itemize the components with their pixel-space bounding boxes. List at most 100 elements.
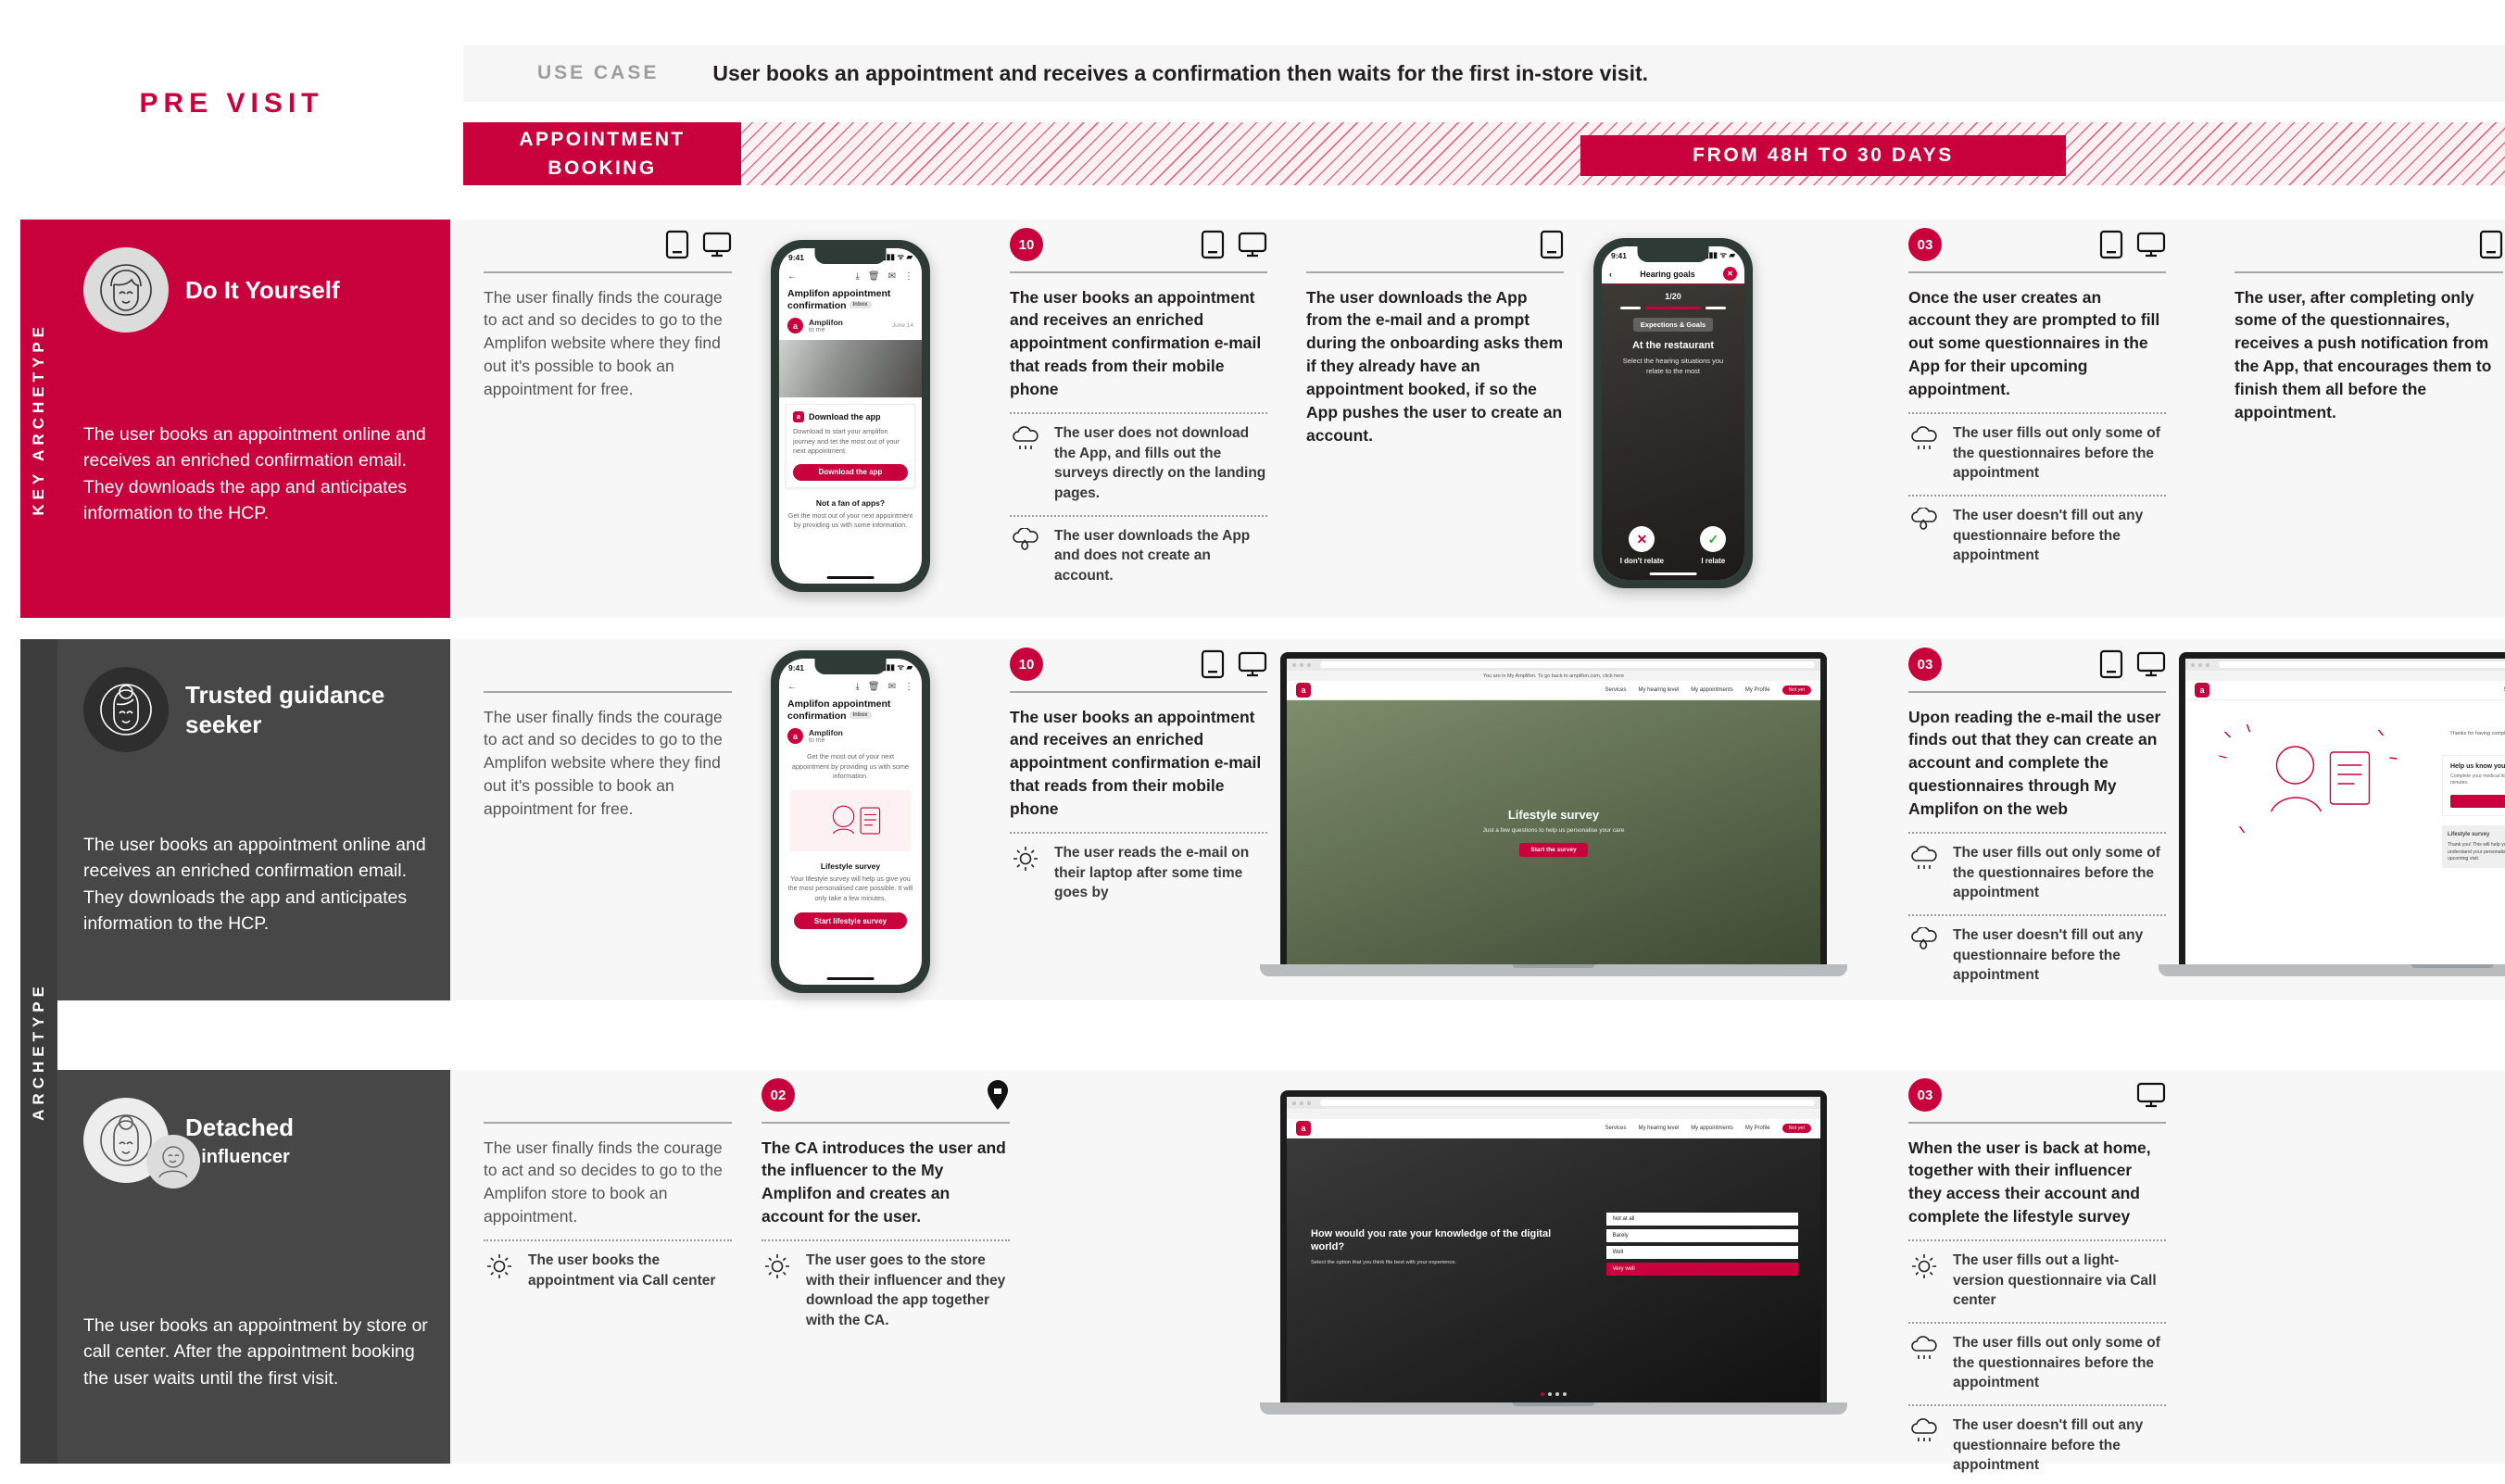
- hearing-goals-phone-mockup: 9:41 ▮▮▮ ᯤ ▰ ‹ Hearing goals ✕ 1/20 Expe…: [1593, 238, 1753, 588]
- sun-icon: [762, 1252, 793, 1280]
- nav-link[interactable]: My Profile: [1745, 1126, 1770, 1131]
- step-column: The user finally finds the courage to ac…: [484, 220, 732, 401]
- mail-header: ← ⤓ 🗑 ✉ ⋮ Amplifon appointment confirmat…: [779, 266, 922, 334]
- step-rule: [1010, 691, 1267, 693]
- scenario-note: The user fills out only some of the ques…: [1908, 1333, 2166, 1393]
- browser-dot-icon: [1300, 1100, 1303, 1105]
- answer-option[interactable]: Well: [1605, 1245, 1798, 1259]
- step-column: The user downloads the App from the e-ma…: [1306, 220, 1564, 447]
- step-rule: [1010, 271, 1267, 273]
- task-tile[interactable]: Lifestyle survey Thank you! This will he…: [2441, 825, 2505, 869]
- answer-option-selected[interactable]: Very well: [1605, 1262, 1798, 1276]
- dont-relate-action[interactable]: ✕ I don't relate: [1620, 526, 1664, 565]
- step-body: The user finally finds the courage to ac…: [484, 287, 723, 398]
- amplifon-logo-icon: a: [787, 728, 803, 745]
- envelope-icon[interactable]: ✉: [888, 682, 896, 692]
- browser-dot-icon: [2206, 662, 2209, 667]
- nav-link[interactable]: My appointments: [1691, 687, 1733, 693]
- step-body: When the user is back at home, together …: [1908, 1138, 2151, 1226]
- address-bar[interactable]: [1320, 661, 1815, 668]
- mobile-icon: [665, 230, 689, 259]
- nav-link[interactable]: Services: [1605, 1126, 1626, 1131]
- scenario-note: The user reads the e-mail on their lapto…: [1010, 843, 1267, 903]
- back-arrow-icon[interactable]: ←: [787, 682, 797, 692]
- nav-link[interactable]: My hearing level: [1639, 687, 1680, 693]
- email-phone-mockup: 9:41 ▮▮▮ ᯤ ▰ ← ⤓ 🗑 ✉ ⋮ Amplifon appointm…: [771, 650, 930, 993]
- device-icons: [2099, 230, 2166, 259]
- step-header: [2234, 220, 2503, 262]
- answer-option[interactable]: Not at all: [1605, 1212, 1798, 1226]
- survey-counter: 1/20: [1665, 292, 1681, 301]
- site-nav: a Services My hearing level My appointme…: [2185, 681, 2505, 700]
- address-bar[interactable]: [1320, 1100, 1815, 1106]
- mail-toolbar: ← ⤓ 🗑 ✉ ⋮: [787, 682, 913, 692]
- survey-card-body: Your lifestyle survey will help us give …: [787, 874, 913, 902]
- nav-links: Services My hearing level My appointment…: [1605, 685, 1811, 695]
- amplifon-logo-icon[interactable]: a: [2195, 683, 2209, 698]
- archive-icon[interactable]: ⤓: [855, 271, 859, 282]
- rail-archetype: ARCHETYPE: [20, 639, 57, 1464]
- nav-link[interactable]: My Profile: [1745, 687, 1770, 693]
- scenario-note-text: The user fills out only some of the ques…: [1953, 424, 2160, 482]
- cross-icon[interactable]: ✕: [1629, 526, 1655, 552]
- step-header: [1306, 220, 1564, 262]
- trash-icon[interactable]: 🗑: [868, 682, 880, 692]
- persona-name: Trusted guidance seeker: [185, 680, 385, 739]
- rail-archetype-label: ARCHETYPE: [30, 982, 47, 1121]
- mail-subject: Amplifon appointment confirmation Inbox: [787, 288, 913, 311]
- sender-recipient: to me: [809, 327, 825, 334]
- step-header: 10: [1010, 639, 1267, 682]
- step-badge: 03: [1908, 648, 1942, 681]
- medical-profile-title: Help us know you better: [2449, 762, 2505, 770]
- carousel-dots: [1541, 1392, 1567, 1396]
- survey-question-sub: Select the hearing situations you relate…: [1622, 357, 1724, 375]
- address-bar[interactable]: [2219, 661, 2505, 668]
- site-nav: a Services My hearing level My appointme…: [1287, 1119, 1820, 1138]
- mobile-icon: [1201, 649, 1225, 679]
- relate-action[interactable]: ✓ I relate: [1700, 526, 1727, 565]
- drop-cloud-icon: [1010, 527, 1041, 556]
- nav-link[interactable]: My appointments: [1691, 1126, 1733, 1131]
- scenario-note: The user does not download the App, and …: [1010, 423, 1267, 504]
- scenario-note: The user fills out only some of the ques…: [1908, 423, 2166, 484]
- thankyou-title: Thank you, Giulio Rocchi!: [2442, 713, 2505, 724]
- back-chevron-icon[interactable]: ‹: [1609, 270, 1612, 279]
- site-nav: a Services My hearing level My appointme…: [1287, 681, 1820, 700]
- check-icon[interactable]: ✓: [1700, 526, 1727, 552]
- sender-name: Amplifon: [809, 728, 843, 738]
- task-tiles: Lifestyle survey Thank you! This will he…: [2441, 825, 2505, 869]
- browser-toolbar: [1287, 659, 1820, 671]
- trash-icon[interactable]: 🗑: [868, 271, 880, 282]
- journey-map-canvas: PRE VISIT USE CASE User books an appoint…: [0, 0, 2505, 1484]
- persona-header: Trusted guidance seeker: [83, 667, 424, 752]
- archive-icon[interactable]: ⤓: [855, 682, 859, 692]
- scenario-note: The user downloads the App and does not …: [1010, 526, 1267, 586]
- browser-dot-icon: [1307, 1100, 1311, 1105]
- divider: [1908, 494, 2166, 497]
- nav-link[interactable]: Services: [1605, 687, 1626, 693]
- more-icon[interactable]: ⋮: [904, 271, 913, 282]
- status-time: 9:41: [1611, 250, 1628, 260]
- back-arrow-icon[interactable]: ←: [787, 271, 797, 282]
- amplifon-logo-icon[interactable]: a: [1296, 683, 1311, 698]
- download-app-button[interactable]: Download the app: [793, 463, 908, 481]
- persona-description: The user books an appointment online and…: [83, 424, 426, 523]
- rain-cloud-icon: [1908, 845, 1940, 873]
- phone-screen: 9:41 ▮▮▮ ᯤ ▰ ‹ Hearing goals ✕ 1/20 Expe…: [1602, 246, 1744, 580]
- answer-option[interactable]: Barely: [1605, 1228, 1798, 1242]
- thankyou-illustration: [2185, 700, 2431, 964]
- amplifon-logo-icon[interactable]: a: [1296, 1121, 1311, 1136]
- nav-link[interactable]: My hearing level: [1639, 1126, 1680, 1131]
- survey-body: 1/20 Expections & Goals At the restauran…: [1602, 284, 1744, 580]
- envelope-icon[interactable]: ✉: [888, 271, 896, 282]
- step-rule: [1908, 1122, 2166, 1124]
- mail-sender-row: a Amplifon to me June 14: [787, 318, 913, 334]
- close-icon[interactable]: ✕: [1722, 267, 1737, 281]
- task-tile-title: Lifestyle survey: [2447, 832, 2490, 838]
- survey-card-title: Lifestyle survey: [820, 861, 881, 871]
- more-icon[interactable]: ⋮: [904, 682, 913, 692]
- complete-medical-profile-button[interactable]: Complete medical profile: [2449, 795, 2505, 809]
- start-lifestyle-survey-button[interactable]: Start lifestyle survey: [794, 912, 907, 930]
- scenario-note: The user fills out only some of the ques…: [1908, 843, 2166, 903]
- start-survey-button[interactable]: Start the survey: [1519, 843, 1588, 857]
